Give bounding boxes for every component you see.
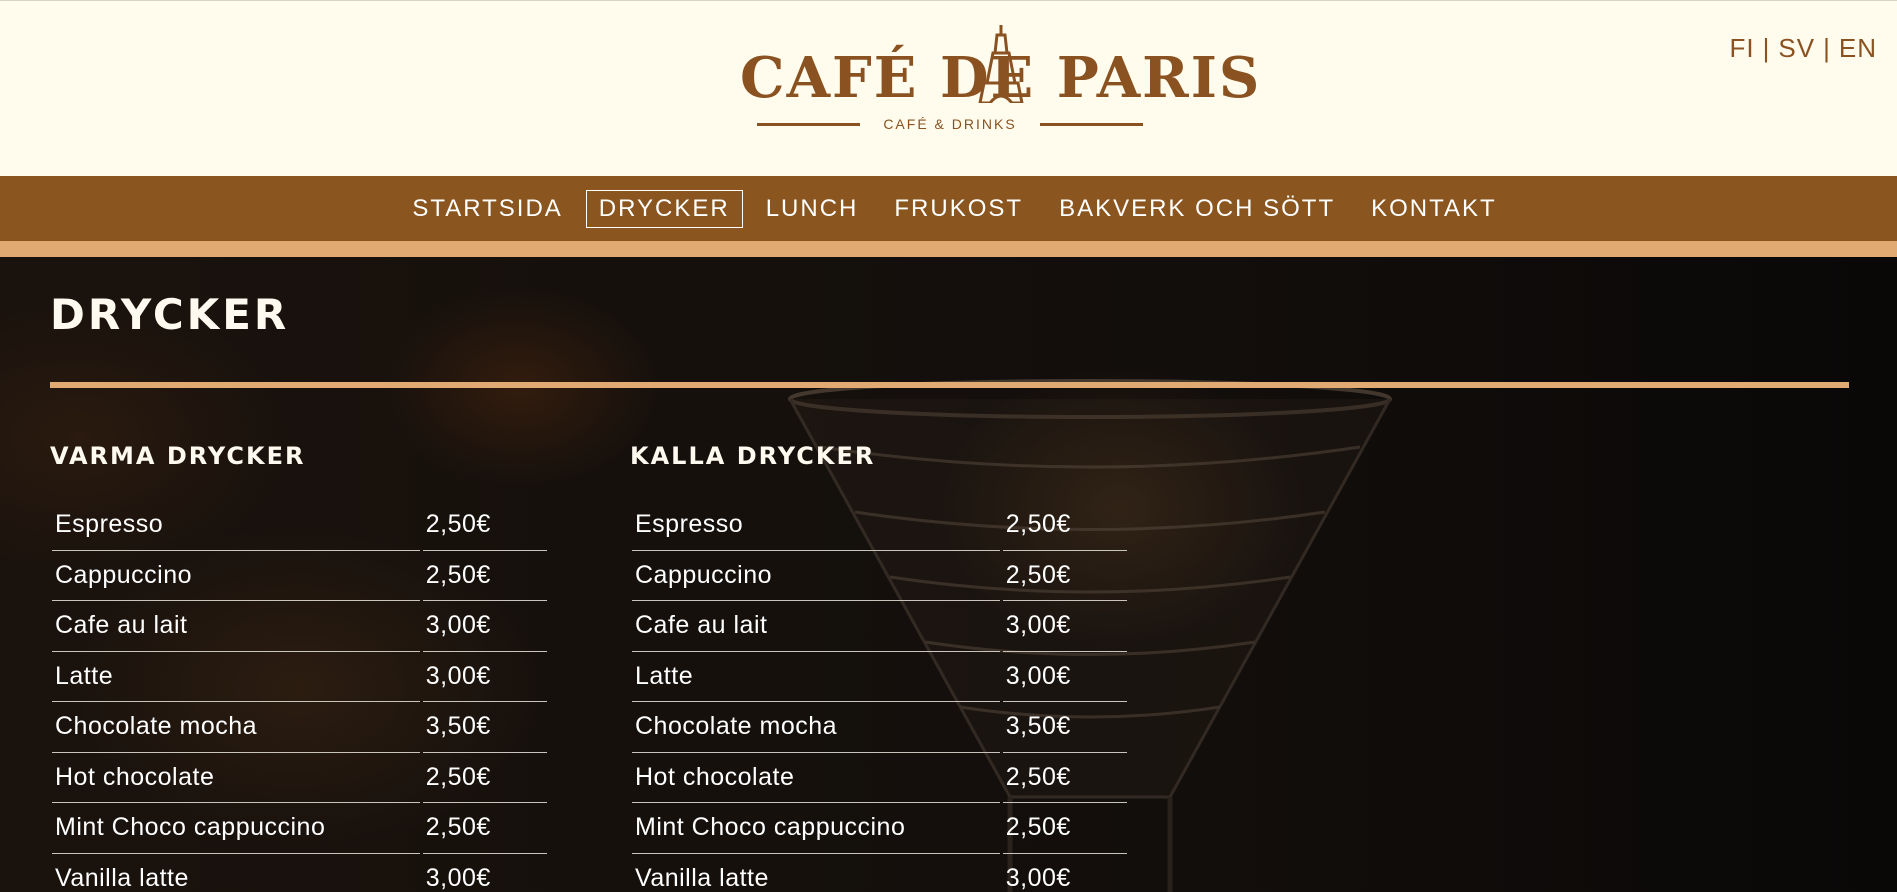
item-price: 3,00€ [422, 652, 547, 702]
item-name: Mint Choco cappuccino [52, 803, 420, 854]
title-divider [50, 382, 1849, 388]
site-header: CAFÉ DE PARIS CAFÉ & DRINKS FI | SV | EN [0, 0, 1897, 176]
table-row: Hot chocolate 2,50€ [632, 753, 1127, 803]
item-name: Cappuccino [632, 551, 1000, 601]
nav-accent-strip [0, 241, 1897, 257]
lang-fi-link[interactable]: FI [1730, 33, 1755, 63]
item-name: Espresso [52, 500, 420, 551]
lang-sv-link[interactable]: SV [1778, 33, 1815, 63]
table-row: Cappuccino 2,50€ [632, 551, 1127, 601]
item-price: 3,00€ [1003, 854, 1127, 892]
table-row: Vanilla latte 3,00€ [632, 854, 1127, 892]
menu-section-warm-drinks: VARMA DRYCKER Espresso 2,50€ Cappuccino 2,5… [50, 442, 550, 892]
item-price: 3,50€ [422, 702, 547, 753]
item-name: Chocolate mocha [632, 702, 1000, 753]
item-price: 3,50€ [1002, 702, 1127, 753]
table-row: Cafe au lait 3,00€ [632, 601, 1127, 652]
item-price: 2,50€ [1002, 500, 1127, 551]
item-name: Latte [632, 652, 1000, 702]
item-name: Vanilla latte [52, 854, 420, 892]
lang-en-link[interactable]: EN [1839, 33, 1877, 63]
nav-item-drycker[interactable]: DRYCKER [585, 189, 743, 228]
main-nav: STARTSIDA DRYCKER LUNCH FRUKOST BAKVERK … [0, 176, 1897, 241]
logo-divider-right [1040, 123, 1143, 126]
warm-drinks-table: Espresso 2,50€ Cappuccino 2,50€ Cafe au lait… [49, 500, 550, 892]
nav-item-frukost[interactable]: FRUKOST [881, 190, 1036, 228]
table-row: Hot chocolate 2,50€ [52, 753, 547, 803]
language-switcher: FI | SV | EN [1730, 33, 1877, 64]
table-row: Chocolate mocha 3,50€ [52, 702, 547, 753]
logo-wordmark: CAFÉ DE PARIS [740, 45, 1262, 111]
item-price: 2,50€ [422, 753, 547, 803]
lang-separator: | [1762, 33, 1771, 63]
cold-drinks-table: Espresso 2,50€ Cappuccino 2,50€ Cafe au lait… [629, 500, 1130, 892]
item-name: Mint Choco cappuccino [632, 803, 1000, 854]
table-row: Latte 3,00€ [52, 652, 547, 702]
nav-item-lunch[interactable]: LUNCH [753, 190, 872, 228]
nav-item-kontakt[interactable]: KONTAKT [1358, 190, 1510, 228]
cafe-logo[interactable]: CAFÉ DE PARIS CAFÉ & DRINKS [740, 23, 1262, 143]
logo-tagline: CAFÉ & DRINKS [883, 116, 1017, 132]
table-row: Mint Choco cappuccino 2,50€ [632, 803, 1127, 854]
item-name: Latte [52, 652, 420, 702]
table-row: Espresso 2,50€ [632, 500, 1127, 551]
item-price: 3,00€ [423, 854, 547, 892]
section-title: VARMA DRYCKER [50, 442, 306, 470]
table-row: Latte 3,00€ [632, 652, 1127, 702]
page-title: DRYCKER [50, 290, 290, 339]
item-price: 2,50€ [422, 803, 547, 854]
item-name: Espresso [632, 500, 1000, 551]
item-price: 3,00€ [1002, 652, 1127, 702]
item-price: 2,50€ [1002, 551, 1127, 601]
item-name: Hot chocolate [632, 753, 1000, 803]
item-name: Cappuccino [52, 551, 420, 601]
item-price: 2,50€ [1002, 753, 1127, 803]
menu-content: DRYCKER VARMA DRYCKER Espresso 2,50€ Cappu… [0, 257, 1897, 892]
item-price: 3,00€ [422, 601, 547, 652]
item-price: 2,50€ [1002, 803, 1127, 854]
nav-item-startsida[interactable]: STARTSIDA [399, 190, 575, 228]
logo-divider-left [757, 123, 860, 126]
item-price: 3,00€ [1002, 601, 1127, 652]
table-row: Vanilla latte 3,00€ [52, 854, 547, 892]
table-row: Mint Choco cappuccino 2,50€ [52, 803, 547, 854]
item-price: 2,50€ [422, 500, 547, 551]
item-name: Vanilla latte [632, 854, 1000, 892]
item-name: Hot chocolate [52, 753, 420, 803]
nav-item-bakverk[interactable]: BAKVERK OCH SÖTT [1046, 190, 1348, 228]
item-name: Cafe au lait [52, 601, 420, 652]
table-row: Cafe au lait 3,00€ [52, 601, 547, 652]
table-row: Espresso 2,50€ [52, 500, 547, 551]
item-name: Cafe au lait [632, 601, 1000, 652]
menu-section-cold-drinks: KALLA DRYCKER Espresso 2,50€ Cappuccino 2,5… [630, 442, 1130, 892]
table-row: Cappuccino 2,50€ [52, 551, 547, 601]
item-price: 2,50€ [422, 551, 547, 601]
item-name: Chocolate mocha [52, 702, 420, 753]
table-row: Chocolate mocha 3,50€ [632, 702, 1127, 753]
section-title: KALLA DRYCKER [630, 442, 876, 470]
lang-separator: | [1823, 33, 1831, 63]
